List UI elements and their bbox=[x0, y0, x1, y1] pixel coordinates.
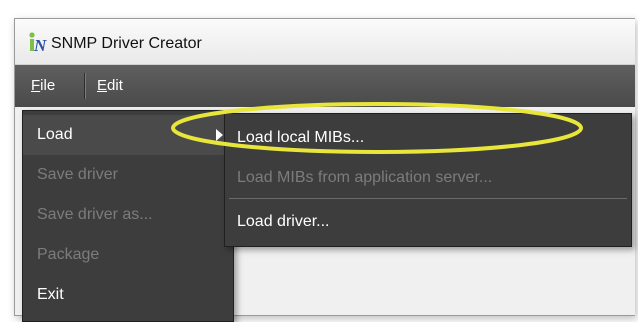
window-title: SNMP Driver Creator bbox=[51, 35, 202, 52]
submenu-item-load-driver[interactable]: Load driver... bbox=[225, 202, 631, 242]
menu-edit[interactable]: Edit bbox=[97, 77, 123, 94]
menu-separator bbox=[84, 73, 86, 99]
submenu-item-load-local-mibs[interactable]: Load local MIBs... bbox=[225, 118, 631, 158]
submenu-separator bbox=[229, 198, 627, 199]
file-mnemonic: F bbox=[31, 77, 41, 94]
file-menu-item-label: Package bbox=[37, 246, 100, 263]
submenu-item-load-mibs-from-server: Load MIBs from application server... bbox=[225, 158, 631, 198]
submenu-item-label: Load local MIBs... bbox=[237, 129, 365, 146]
app-logo-icon: N bbox=[29, 32, 47, 53]
title-bar: N SNMP Driver Creator bbox=[15, 19, 635, 65]
edit-label-rest: dit bbox=[107, 77, 123, 94]
file-menu-item-label: Load bbox=[37, 126, 73, 143]
menu-bar: File Edit bbox=[15, 65, 635, 107]
load-submenu: Load local MIBs... Load MIBs from applic… bbox=[224, 113, 632, 247]
edit-mnemonic: E bbox=[97, 77, 108, 94]
file-menu-item-load[interactable]: Load bbox=[23, 115, 233, 155]
file-menu-item-label: Save driver bbox=[37, 166, 118, 183]
file-menu-item-label: Exit bbox=[37, 286, 64, 303]
file-menu-item-save-driver: Save driver bbox=[23, 155, 233, 195]
submenu-item-label: Load driver... bbox=[237, 213, 330, 230]
file-menu-item-save-driver-as: Save driver as... bbox=[23, 195, 233, 235]
submenu-arrow-icon bbox=[216, 129, 223, 141]
file-menu-item-exit[interactable]: Exit bbox=[23, 275, 233, 315]
file-label-rest: ile bbox=[40, 77, 56, 94]
menu-file[interactable]: File bbox=[31, 77, 55, 94]
submenu-item-label: Load MIBs from application server... bbox=[237, 169, 493, 186]
file-menu-item-package: Package bbox=[23, 235, 233, 275]
file-menu-item-label: Save driver as... bbox=[37, 206, 153, 223]
file-menu-dropdown: Load Save driver Save driver as... Packa… bbox=[22, 110, 234, 322]
svg-text:N: N bbox=[33, 36, 47, 53]
